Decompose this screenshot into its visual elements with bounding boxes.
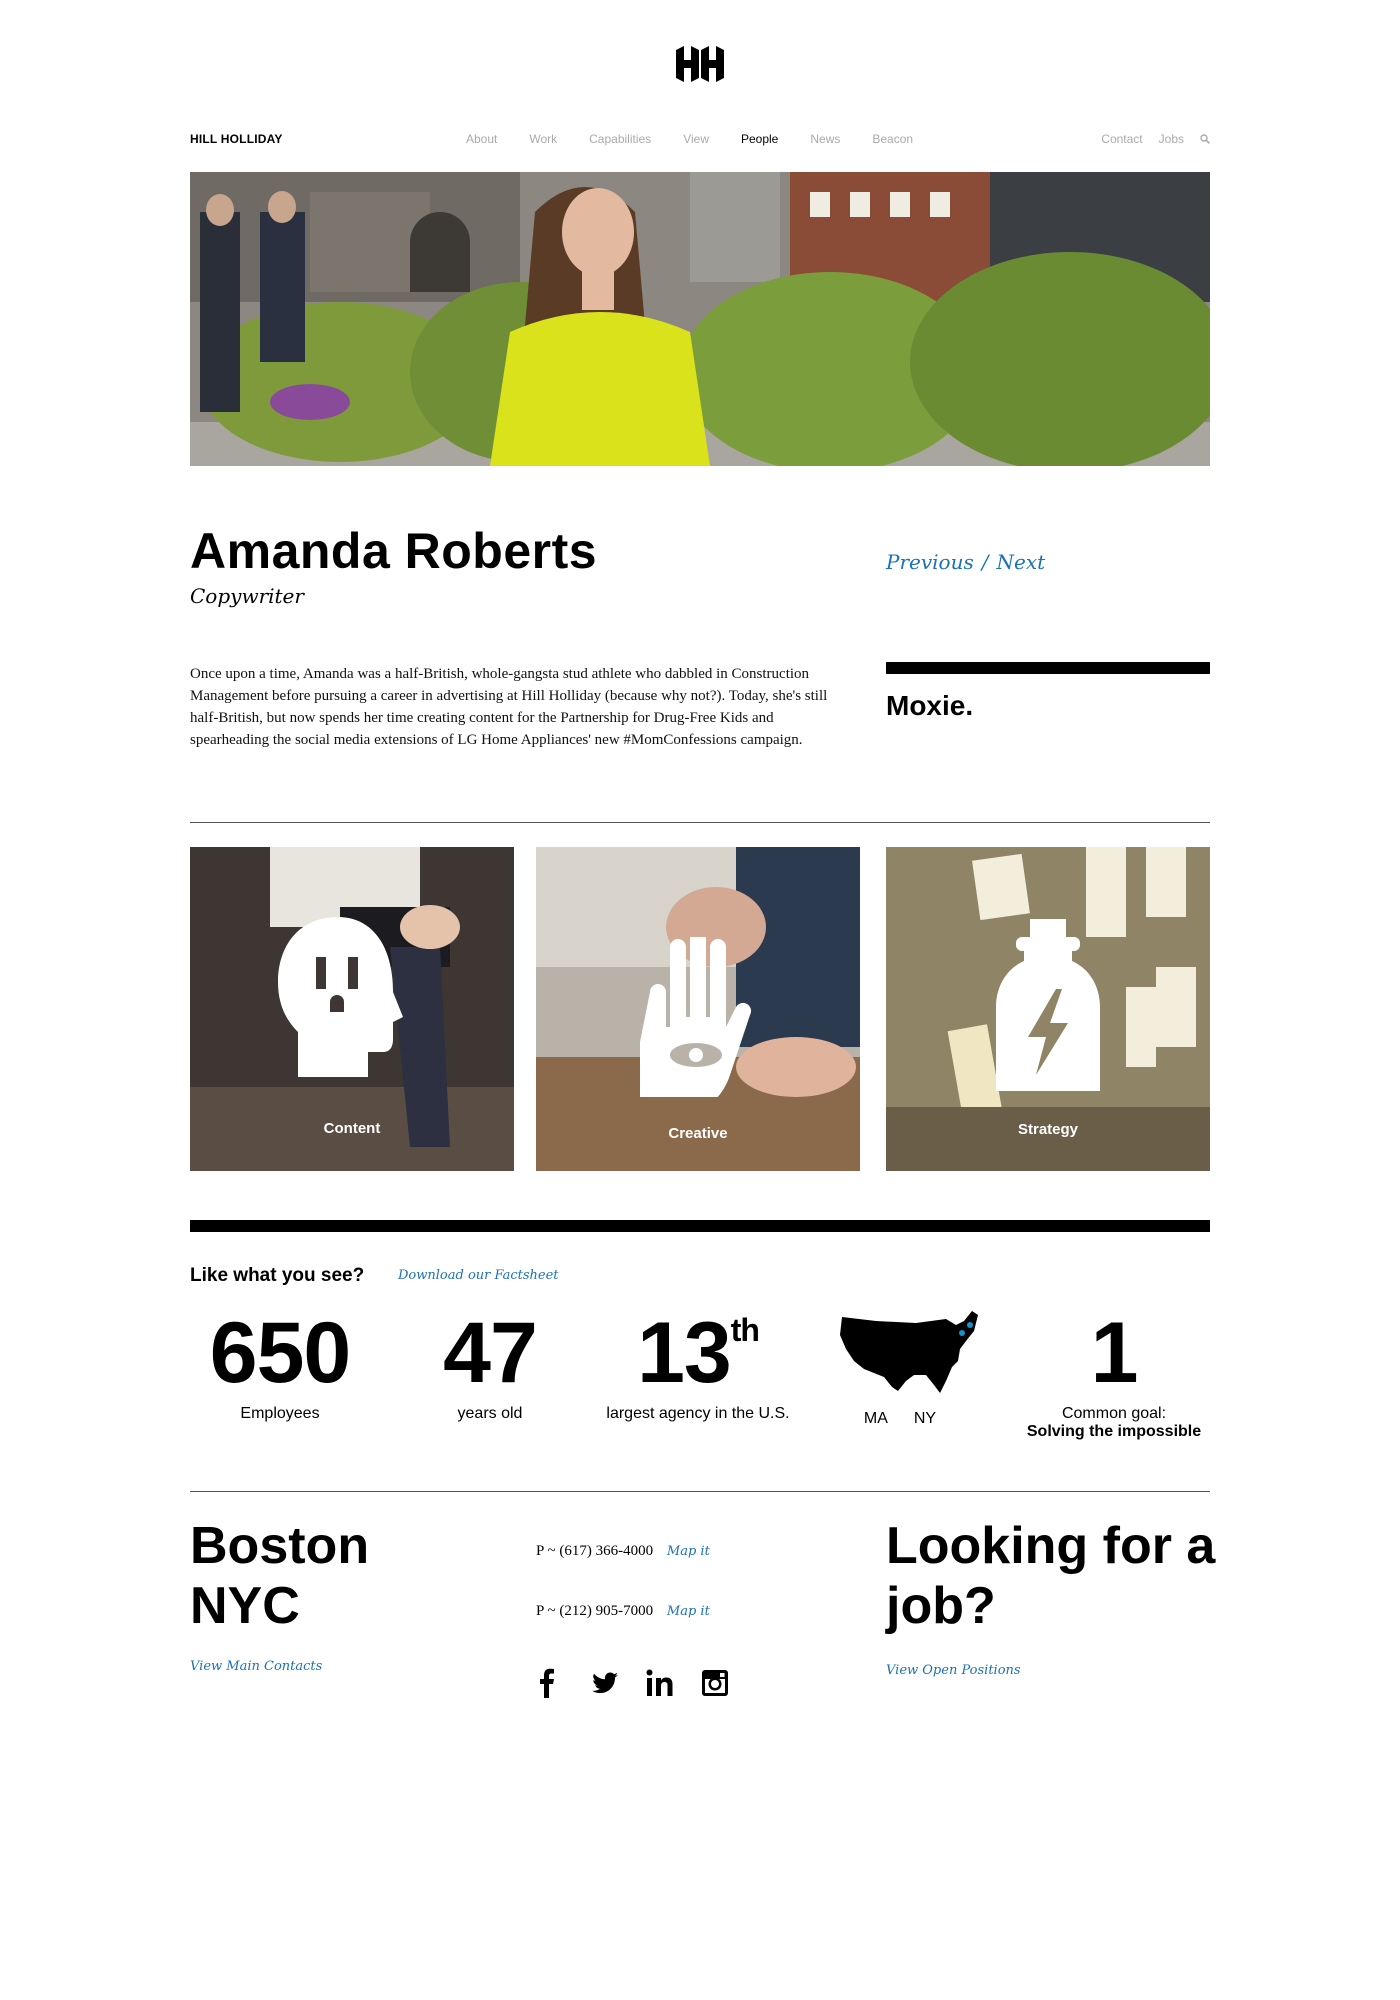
profile-pagination: Previous / Next bbox=[886, 550, 1045, 574]
stat-label: largest agency in the U.S. bbox=[606, 1405, 790, 1422]
facts-heading: Like what you see? bbox=[190, 1265, 365, 1286]
phone-number[interactable]: P ~ (617) 366-4000 bbox=[536, 1543, 653, 1559]
stat-goal: 1 Common goal: Solving the impossible bbox=[1010, 1305, 1218, 1441]
goal-label-bold: Solving the impossible bbox=[1026, 1423, 1202, 1440]
nav-item-news[interactable]: News bbox=[810, 132, 840, 146]
map-it-link[interactable]: Map it bbox=[667, 1544, 710, 1559]
goal-label: Common goal: bbox=[1061, 1405, 1167, 1422]
capability-label: Creative bbox=[668, 1125, 728, 1142]
hh-logo-icon[interactable] bbox=[674, 44, 726, 84]
previous-link[interactable]: Previous bbox=[886, 550, 974, 574]
capability-label: Content bbox=[323, 1120, 381, 1137]
next-link[interactable]: Next bbox=[996, 550, 1045, 574]
secondary-nav: Contact Jobs bbox=[1101, 132, 1210, 146]
facebook-icon[interactable] bbox=[532, 1668, 562, 1698]
top-navigation: HILL HOLLIDAY About Work Capabilities Vi… bbox=[190, 132, 1210, 152]
boston-phone: P ~ (617) 366-4000 Map it bbox=[536, 1543, 710, 1560]
us-map-icon bbox=[840, 1311, 978, 1393]
stat-locations: MA NY bbox=[836, 1305, 982, 1428]
nav-item-jobs[interactable]: Jobs bbox=[1159, 132, 1184, 146]
city-boston: Boston bbox=[190, 1517, 370, 1575]
nav-item-about[interactable]: About bbox=[466, 132, 497, 146]
download-factsheet-link[interactable]: Download our Factsheet bbox=[398, 1268, 559, 1283]
capability-tile-strategy[interactable]: Strategy bbox=[886, 847, 1210, 1171]
facts-divider bbox=[190, 1220, 1210, 1232]
pagination-separator: / bbox=[981, 550, 989, 574]
location-ny: NY bbox=[913, 1410, 937, 1427]
person-trait: Moxie. bbox=[886, 690, 974, 721]
view-main-contacts-link[interactable]: View Main Contacts bbox=[190, 1659, 322, 1674]
footer-divider bbox=[190, 1491, 1210, 1492]
stat-label: years old bbox=[457, 1405, 523, 1422]
search-icon[interactable] bbox=[1200, 134, 1210, 144]
map-it-link[interactable]: Map it bbox=[667, 1604, 710, 1619]
capability-label: Strategy bbox=[1017, 1121, 1079, 1138]
stat-suffix: th bbox=[730, 1312, 760, 1348]
nav-item-beacon[interactable]: Beacon bbox=[872, 132, 913, 146]
view-open-positions-link[interactable]: View Open Positions bbox=[886, 1663, 1021, 1678]
trait-divider bbox=[886, 662, 1210, 674]
nyc-phone: P ~ (212) 905-7000 Map it bbox=[536, 1603, 710, 1620]
job-heading: Looking for a job? bbox=[886, 1517, 1216, 1635]
hand-eye-icon bbox=[640, 937, 752, 1097]
brand-link[interactable]: HILL HOLLIDAY bbox=[190, 132, 283, 146]
person-job-title: Copywriter bbox=[190, 584, 304, 608]
nav-item-view[interactable]: View bbox=[683, 132, 709, 146]
person-name: Amanda Roberts bbox=[190, 523, 598, 579]
hero-portrait-photo bbox=[190, 172, 1210, 466]
phone-number[interactable]: P ~ (212) 905-7000 bbox=[536, 1603, 653, 1619]
nav-item-work[interactable]: Work bbox=[529, 132, 557, 146]
city-nyc: NYC bbox=[190, 1577, 300, 1635]
stat-value: 650 bbox=[209, 1305, 352, 1401]
outlet-head-icon bbox=[278, 917, 403, 1077]
stat-rank: 13th largest agency in the U.S. bbox=[596, 1305, 800, 1423]
stat-label: Employees bbox=[240, 1405, 320, 1422]
nav-item-capabilities[interactable]: Capabilities bbox=[589, 132, 651, 146]
stat-value: 1 bbox=[1090, 1305, 1139, 1401]
instagram-icon[interactable] bbox=[700, 1668, 730, 1698]
locations-labels: MA NY bbox=[818, 1410, 982, 1428]
nav-item-contact[interactable]: Contact bbox=[1101, 132, 1142, 146]
stat-label: Common goal: Solving the impossible bbox=[1010, 1405, 1218, 1441]
twitter-icon[interactable] bbox=[590, 1668, 620, 1698]
capability-tile-content[interactable]: Content bbox=[190, 847, 514, 1171]
nav-item-people[interactable]: People bbox=[741, 132, 778, 146]
stat-employees: 650 Employees bbox=[190, 1305, 370, 1423]
stat-value: 47 bbox=[443, 1305, 538, 1401]
stat-value: 13th bbox=[596, 1305, 800, 1401]
section-divider bbox=[190, 822, 1210, 823]
stat-number: 13 bbox=[637, 1305, 732, 1401]
stat-age: 47 years old bbox=[410, 1305, 570, 1423]
capability-tile-creative[interactable]: Creative bbox=[536, 847, 860, 1171]
location-ma: MA bbox=[863, 1410, 888, 1427]
linkedin-icon[interactable] bbox=[645, 1668, 675, 1698]
lightning-bottle-icon bbox=[996, 919, 1100, 1091]
main-nav: About Work Capabilities View People News… bbox=[466, 132, 913, 146]
person-bio: Once upon a time, Amanda was a half-Brit… bbox=[190, 666, 828, 748]
